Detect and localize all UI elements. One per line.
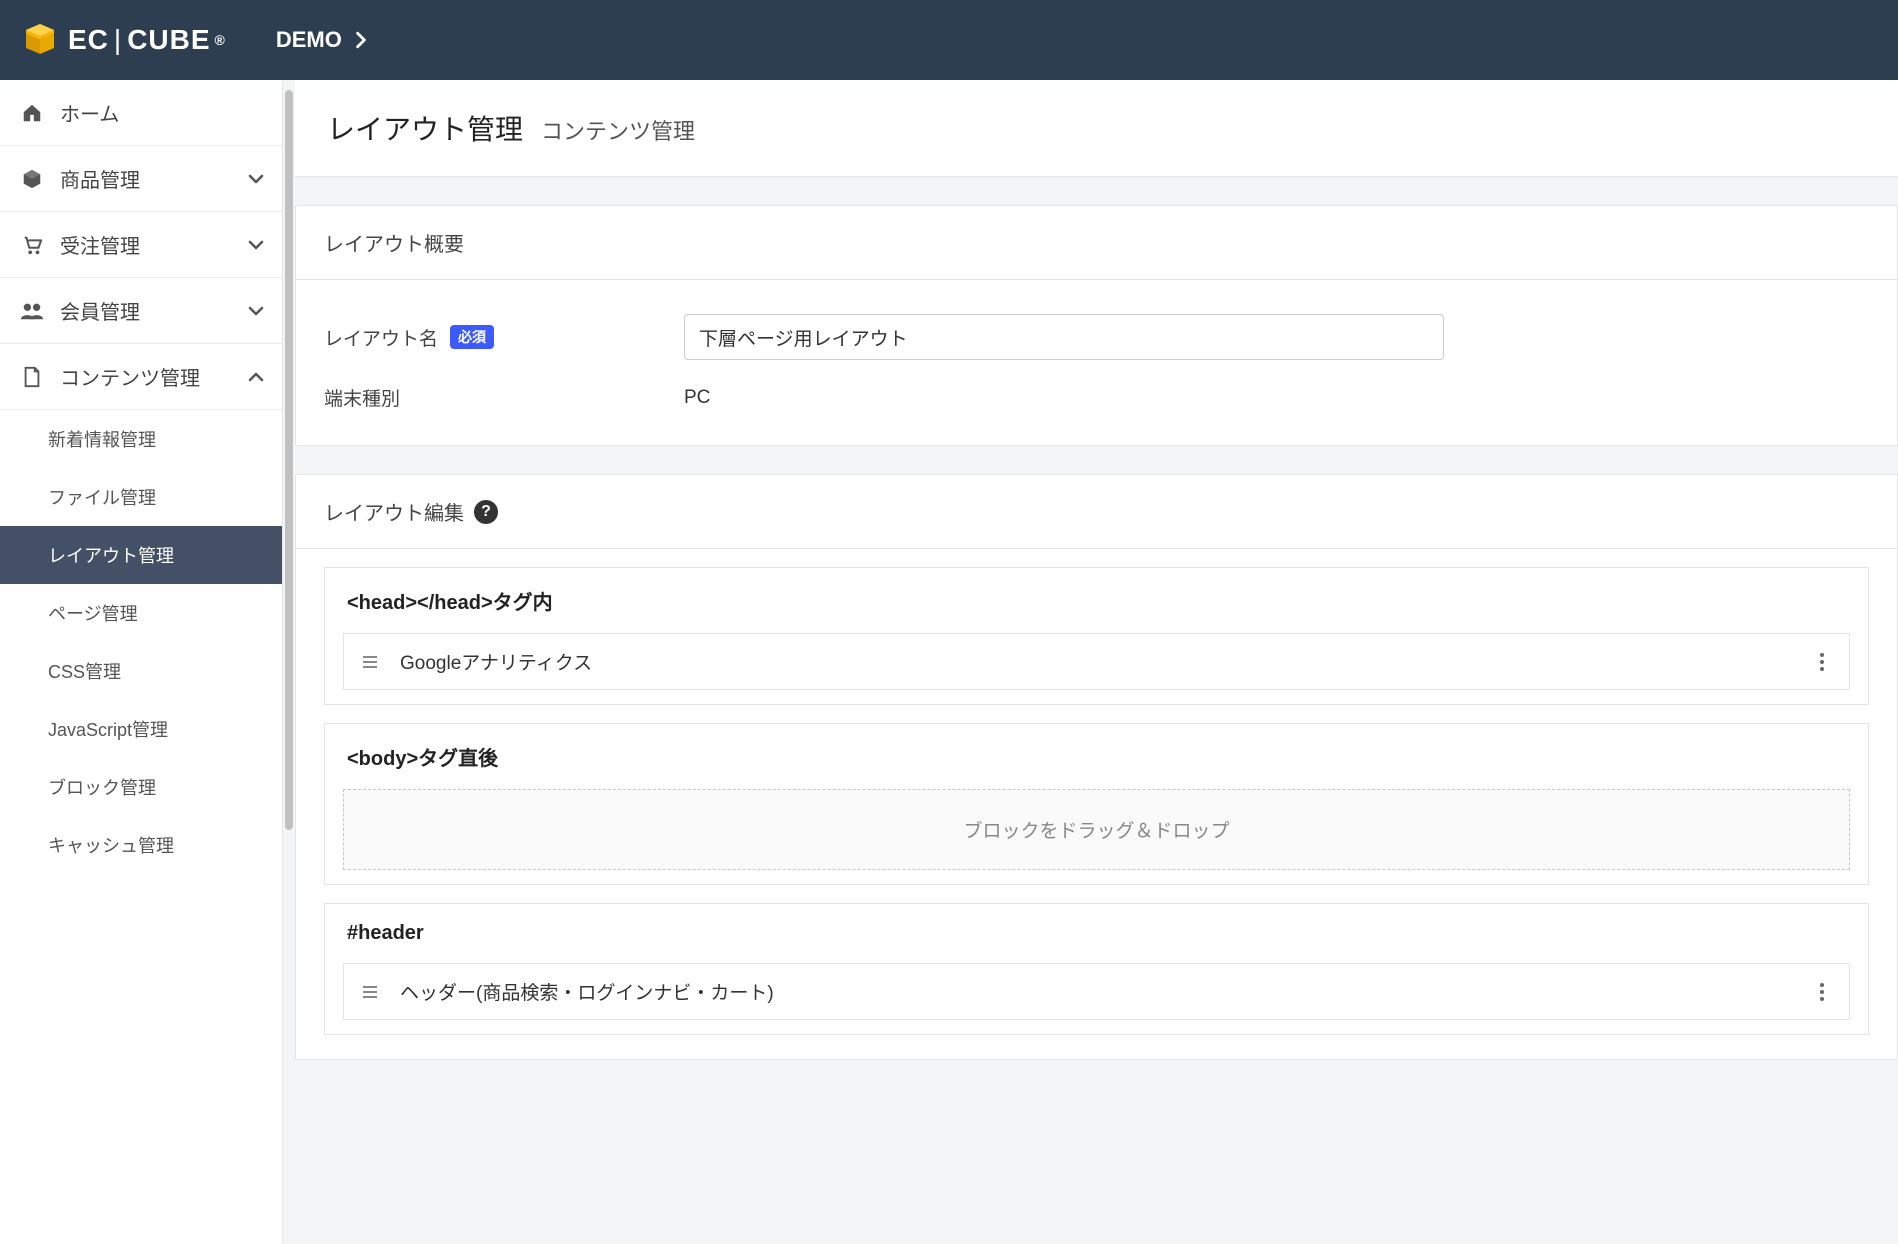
page-title: レイアウト管理: [327, 108, 523, 148]
chevron-right-icon: [354, 31, 368, 49]
section-title: #header: [325, 904, 1868, 963]
kebab-menu-icon[interactable]: [1813, 982, 1831, 1002]
drag-handle-icon[interactable]: [362, 985, 378, 999]
card-header-editor: レイアウト編集 ?: [296, 475, 1897, 549]
sidebar-item-1[interactable]: 商品管理: [0, 146, 282, 212]
sidebar-item-label: ホーム: [60, 98, 264, 127]
layout-section-0: <head></head>タグ内 Googleアナリティクス: [324, 567, 1869, 705]
section-title: <body>タグ直後: [325, 724, 1868, 789]
sidebar-item-label: 商品管理: [60, 164, 248, 193]
sidebar-subitem-2[interactable]: レイアウト管理: [0, 526, 282, 584]
layout-section-2: #header ヘッダー(商品検索・ログインナビ・カート): [324, 903, 1869, 1035]
page-header: レイアウト管理 コンテンツ管理: [295, 80, 1898, 177]
sidebar-scrollbar[interactable]: [283, 80, 295, 900]
sidebar-subitem-6[interactable]: ブロック管理: [0, 758, 282, 816]
branch-selector[interactable]: DEMO: [276, 27, 368, 53]
layout-editor-card: レイアウト編集 ? <head></head>タグ内Googleアナリティクス<…: [295, 474, 1898, 1060]
form-row-layout-name: レイアウト名 必須: [324, 302, 1869, 372]
sidebar-item-label: 会員管理: [60, 296, 248, 325]
logo-icon: [20, 20, 60, 60]
logo-text: EC|CUBE®: [68, 24, 226, 56]
section-title: <head></head>タグ内: [325, 568, 1868, 633]
cube-icon: [18, 168, 46, 190]
layout-name-label: レイアウト名: [324, 324, 438, 351]
logo[interactable]: EC|CUBE®: [20, 20, 226, 60]
main-content: レイアウト管理 コンテンツ管理 レイアウト概要 レイアウト名 必須: [295, 80, 1898, 1244]
device-type-label: 端末種別: [324, 384, 400, 411]
sidebar-subitem-7[interactable]: キャッシュ管理: [0, 816, 282, 874]
sidebar-subitem-0[interactable]: 新着情報管理: [0, 410, 282, 468]
block-label: ヘッダー(商品検索・ログインナビ・カート): [400, 978, 1813, 1005]
layout-name-input[interactable]: [684, 314, 1444, 360]
drop-zone[interactable]: ブロックをドラッグ＆ドロップ: [343, 789, 1850, 870]
kebab-menu-icon[interactable]: [1813, 652, 1831, 672]
sidebar-subitem-5[interactable]: JavaScript管理: [0, 700, 282, 758]
sidebar-item-3[interactable]: 会員管理: [0, 278, 282, 344]
scrollbar-thumb[interactable]: [285, 90, 293, 830]
help-icon[interactable]: ?: [474, 500, 498, 524]
chevron-down-icon: [248, 173, 264, 185]
file-icon: [18, 366, 46, 388]
sidebar: ホーム商品管理受注管理会員管理コンテンツ管理 新着情報管理ファイル管理レイアウト…: [0, 80, 283, 1244]
drag-handle-icon[interactable]: [362, 655, 378, 669]
breadcrumb: コンテンツ管理: [541, 114, 695, 146]
sidebar-item-label: 受注管理: [60, 230, 248, 259]
app-header: EC|CUBE® DEMO: [0, 0, 1898, 80]
home-icon: [18, 102, 46, 124]
cart-icon: [18, 234, 46, 256]
sidebar-subitem-1[interactable]: ファイル管理: [0, 468, 282, 526]
layout-overview-card: レイアウト概要 レイアウト名 必須 端末種別 PC: [295, 205, 1898, 446]
block-label: Googleアナリティクス: [400, 648, 1813, 675]
sidebar-subitem-4[interactable]: CSS管理: [0, 642, 282, 700]
layout-block[interactable]: Googleアナリティクス: [343, 633, 1850, 690]
sidebar-subitem-3[interactable]: ページ管理: [0, 584, 282, 642]
layout-block[interactable]: ヘッダー(商品検索・ログインナビ・カート): [343, 963, 1850, 1020]
branch-label: DEMO: [276, 27, 342, 53]
editor-header-label: レイアウト編集: [324, 497, 464, 526]
required-badge: 必須: [450, 325, 494, 349]
sidebar-item-label: コンテンツ管理: [60, 362, 248, 391]
chevron-up-icon: [248, 371, 264, 383]
sidebar-item-4[interactable]: コンテンツ管理: [0, 344, 282, 410]
sidebar-item-0[interactable]: ホーム: [0, 80, 282, 146]
card-header-overview: レイアウト概要: [296, 206, 1897, 280]
layout-section-1: <body>タグ直後ブロックをドラッグ＆ドロップ: [324, 723, 1869, 885]
device-type-value: PC: [684, 387, 710, 408]
chevron-down-icon: [248, 305, 264, 317]
chevron-down-icon: [248, 239, 264, 251]
sidebar-item-2[interactable]: 受注管理: [0, 212, 282, 278]
form-row-device-type: 端末種別 PC: [324, 372, 1869, 423]
users-icon: [18, 300, 46, 322]
